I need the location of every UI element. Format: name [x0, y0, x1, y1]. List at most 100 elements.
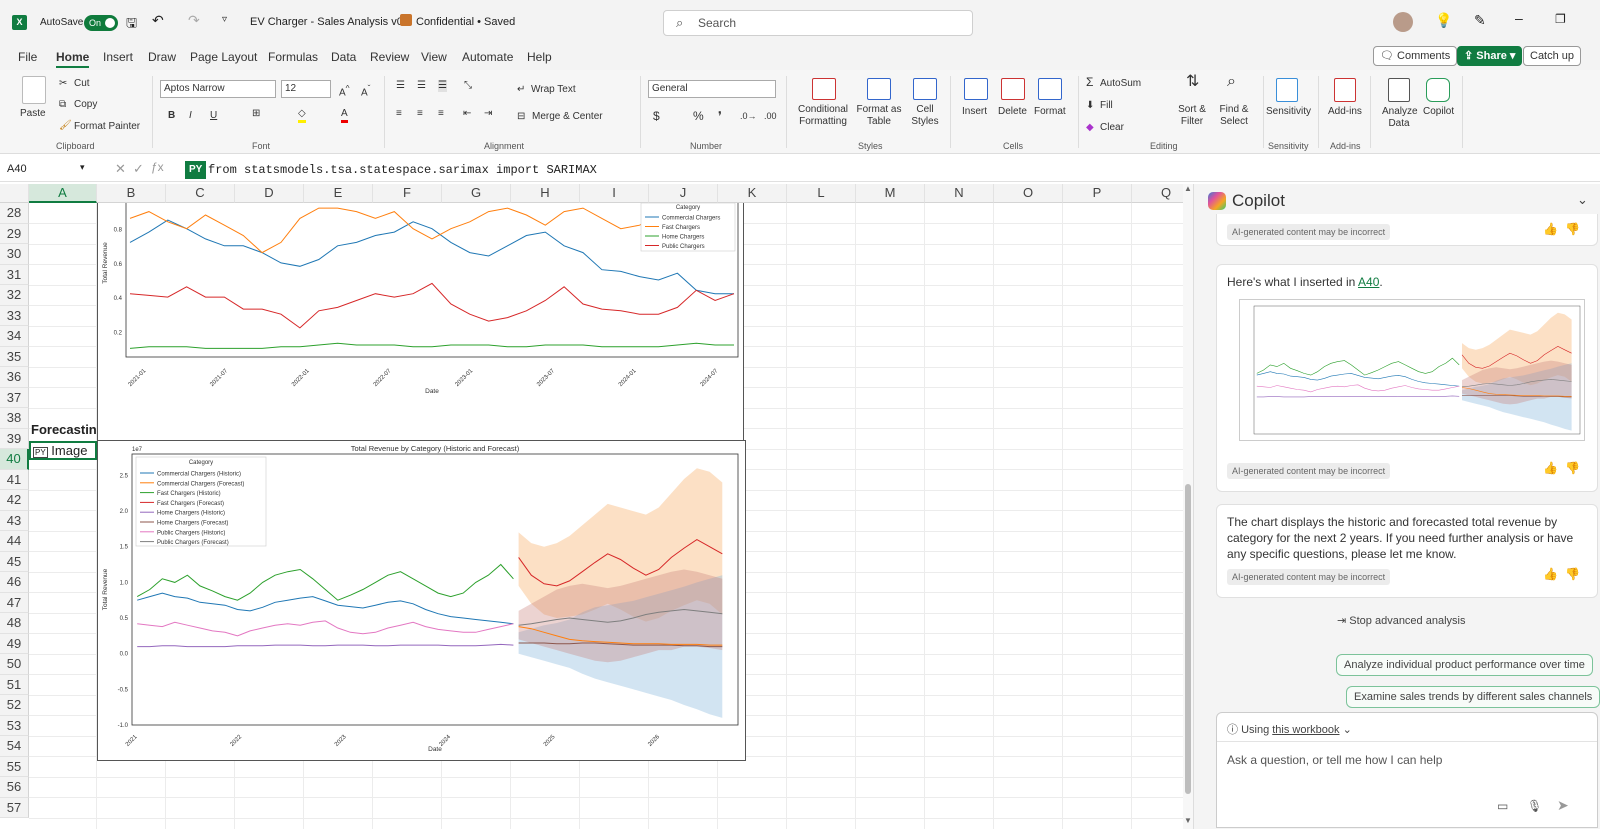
currency-icon[interactable]: $	[653, 110, 660, 122]
column-header-j[interactable]: J	[649, 184, 718, 203]
copilot-input[interactable]: Ask a question, or tell me how I can hel…	[1227, 753, 1442, 767]
tab-home[interactable]: Home	[56, 50, 90, 68]
clear-icon[interactable]: ◆	[1086, 122, 1094, 134]
row-header-33[interactable]: 33	[0, 305, 29, 326]
send-icon[interactable]: ➤	[1557, 797, 1569, 814]
row-header-47[interactable]: 47	[0, 592, 29, 613]
column-header-f[interactable]: F	[373, 184, 442, 203]
comments-button[interactable]: 🗨 Comments	[1373, 46, 1458, 66]
row-header-35[interactable]: 35	[0, 346, 29, 367]
row-header-32[interactable]: 32	[0, 285, 29, 306]
column-header-i[interactable]: I	[580, 184, 649, 203]
bold-button[interactable]: B	[168, 110, 175, 122]
redo-icon[interactable]: ↷	[188, 12, 200, 29]
row-header-29[interactable]: 29	[0, 223, 29, 244]
row-header-46[interactable]: 46	[0, 572, 29, 593]
thumbs-up-icon[interactable]: 👍	[1543, 567, 1558, 581]
workbook-link[interactable]: this workbook	[1272, 724, 1339, 736]
paste-button[interactable]: Paste	[20, 108, 46, 120]
thumbs-down-icon[interactable]: 👎	[1565, 222, 1580, 236]
cell-styles-icon[interactable]	[913, 78, 937, 100]
row-header-37[interactable]: 37	[0, 387, 29, 408]
cell-reference-link[interactable]: A40	[1358, 275, 1379, 289]
tab-page-layout[interactable]: Page Layout	[190, 50, 257, 64]
autosum-button[interactable]: AutoSum	[1100, 78, 1141, 90]
row-header-49[interactable]: 49	[0, 633, 29, 654]
cut-button[interactable]: Cut	[74, 78, 90, 90]
copilot-icon[interactable]	[1426, 78, 1450, 102]
cell-styles-button[interactable]: Cell Styles	[905, 104, 945, 128]
column-header-h[interactable]: H	[511, 184, 580, 203]
tab-view[interactable]: View	[421, 50, 447, 64]
spreadsheet-grid[interactable]: ABCDEFGHIJKLMNOPQ 28 29 30 31 32 33 34 35 36 37 38…	[0, 184, 1183, 829]
number-format-select[interactable]: General	[648, 80, 776, 98]
format-painter-icon[interactable]: 🖌	[59, 120, 72, 132]
delete-cells-icon[interactable]	[1001, 78, 1025, 100]
collapse-chevron-icon[interactable]: ⌄	[1577, 192, 1588, 208]
decrease-decimal-icon[interactable]: .00	[764, 110, 777, 122]
wrap-text-icon[interactable]: ↵	[517, 84, 525, 96]
tab-help[interactable]: Help	[527, 50, 552, 64]
microphone-icon[interactable]: 🎙	[1527, 799, 1542, 813]
row-header-40[interactable]: 40	[0, 449, 29, 470]
column-header-d[interactable]: D	[235, 184, 304, 203]
autosum-icon[interactable]: Σ	[1086, 76, 1093, 88]
formula-text[interactable]: from statsmodels.tsa.statespace.sarimax …	[208, 161, 597, 179]
row-header-36[interactable]: 36	[0, 367, 29, 388]
format-as-table-button[interactable]: Format as Table	[855, 104, 903, 128]
row-header-41[interactable]: 41	[0, 469, 29, 490]
tab-file[interactable]: File	[18, 50, 37, 64]
clear-button[interactable]: Clear	[1100, 122, 1124, 134]
context-selector[interactable]: ⓘ Using this workbook ⌄	[1227, 721, 1352, 737]
row-header-48[interactable]: 48	[0, 613, 29, 634]
tab-draw[interactable]: Draw	[148, 50, 176, 64]
scroll-down-icon[interactable]: ▼	[1184, 816, 1192, 825]
row-header-56[interactable]: 56	[0, 777, 29, 798]
stop-analysis-button[interactable]: ⇥ Stop advanced analysis	[1337, 614, 1465, 627]
tab-data[interactable]: Data	[331, 50, 356, 64]
forecast-revenue-chart[interactable]: -1.0 -0.5 0.0 0.5 1.0 1.5 2.0 2.5 2021 2022 2023 20…	[97, 440, 746, 761]
align-left-icon[interactable]: ≡	[396, 108, 402, 120]
minimize-icon[interactable]: –	[1515, 10, 1523, 26]
decrease-indent-icon[interactable]: ⇤	[463, 108, 471, 120]
thumbs-up-icon[interactable]: 👍	[1543, 461, 1558, 475]
percent-icon[interactable]: %	[693, 110, 704, 122]
decrease-font-icon[interactable]: Aˇ	[361, 82, 370, 99]
scroll-up-icon[interactable]: ▲	[1184, 184, 1192, 193]
fill-button[interactable]: Fill	[1100, 100, 1113, 112]
add-ins-icon[interactable]	[1334, 78, 1356, 102]
column-header-n[interactable]: N	[925, 184, 994, 203]
column-header-o[interactable]: O	[994, 184, 1063, 203]
increase-indent-icon[interactable]: ⇥	[484, 108, 492, 120]
thumbs-down-icon[interactable]: 👎	[1565, 567, 1580, 581]
tab-review[interactable]: Review	[370, 50, 409, 64]
wrap-text-button[interactable]: Wrap Text	[531, 84, 576, 96]
analyze-data-icon[interactable]	[1388, 78, 1410, 102]
column-header-b[interactable]: B	[97, 184, 166, 203]
increase-font-icon[interactable]: A^	[339, 82, 350, 99]
row-header-39[interactable]: 39	[0, 428, 29, 449]
row-header-51[interactable]: 51	[0, 674, 29, 695]
column-header-q[interactable]: Q	[1132, 184, 1183, 203]
column-header-m[interactable]: M	[856, 184, 925, 203]
format-cells-button[interactable]: Format	[1034, 106, 1066, 118]
copy-button[interactable]: Copy	[74, 99, 97, 111]
column-header-k[interactable]: K	[718, 184, 787, 203]
scroll-thumb[interactable]	[1185, 484, 1191, 794]
align-right-icon[interactable]: ≡	[438, 108, 444, 120]
search-box[interactable]: ⌕ Search	[663, 10, 973, 36]
merge-center-button[interactable]: Merge & Center	[532, 111, 603, 123]
row-header-42[interactable]: 42	[0, 490, 29, 511]
insert-cells-icon[interactable]	[964, 78, 988, 100]
thumbs-up-icon[interactable]: 👍	[1543, 222, 1558, 236]
increase-decimal-icon[interactable]: .0→	[740, 110, 757, 122]
sort-filter-icon[interactable]: ⇅	[1186, 74, 1199, 90]
insert-function-icon[interactable]: ƒx	[151, 160, 164, 174]
align-top-icon[interactable]: ☰	[396, 80, 405, 92]
fill-icon[interactable]: ⬇	[1086, 100, 1094, 112]
tab-formulas[interactable]: Formulas	[268, 50, 318, 64]
share-button[interactable]: ⇪ Share ▾	[1457, 46, 1523, 66]
chart-thumbnail[interactable]	[1239, 299, 1585, 441]
name-box[interactable]: A40	[4, 160, 90, 179]
row-header-30[interactable]: 30	[0, 244, 29, 265]
